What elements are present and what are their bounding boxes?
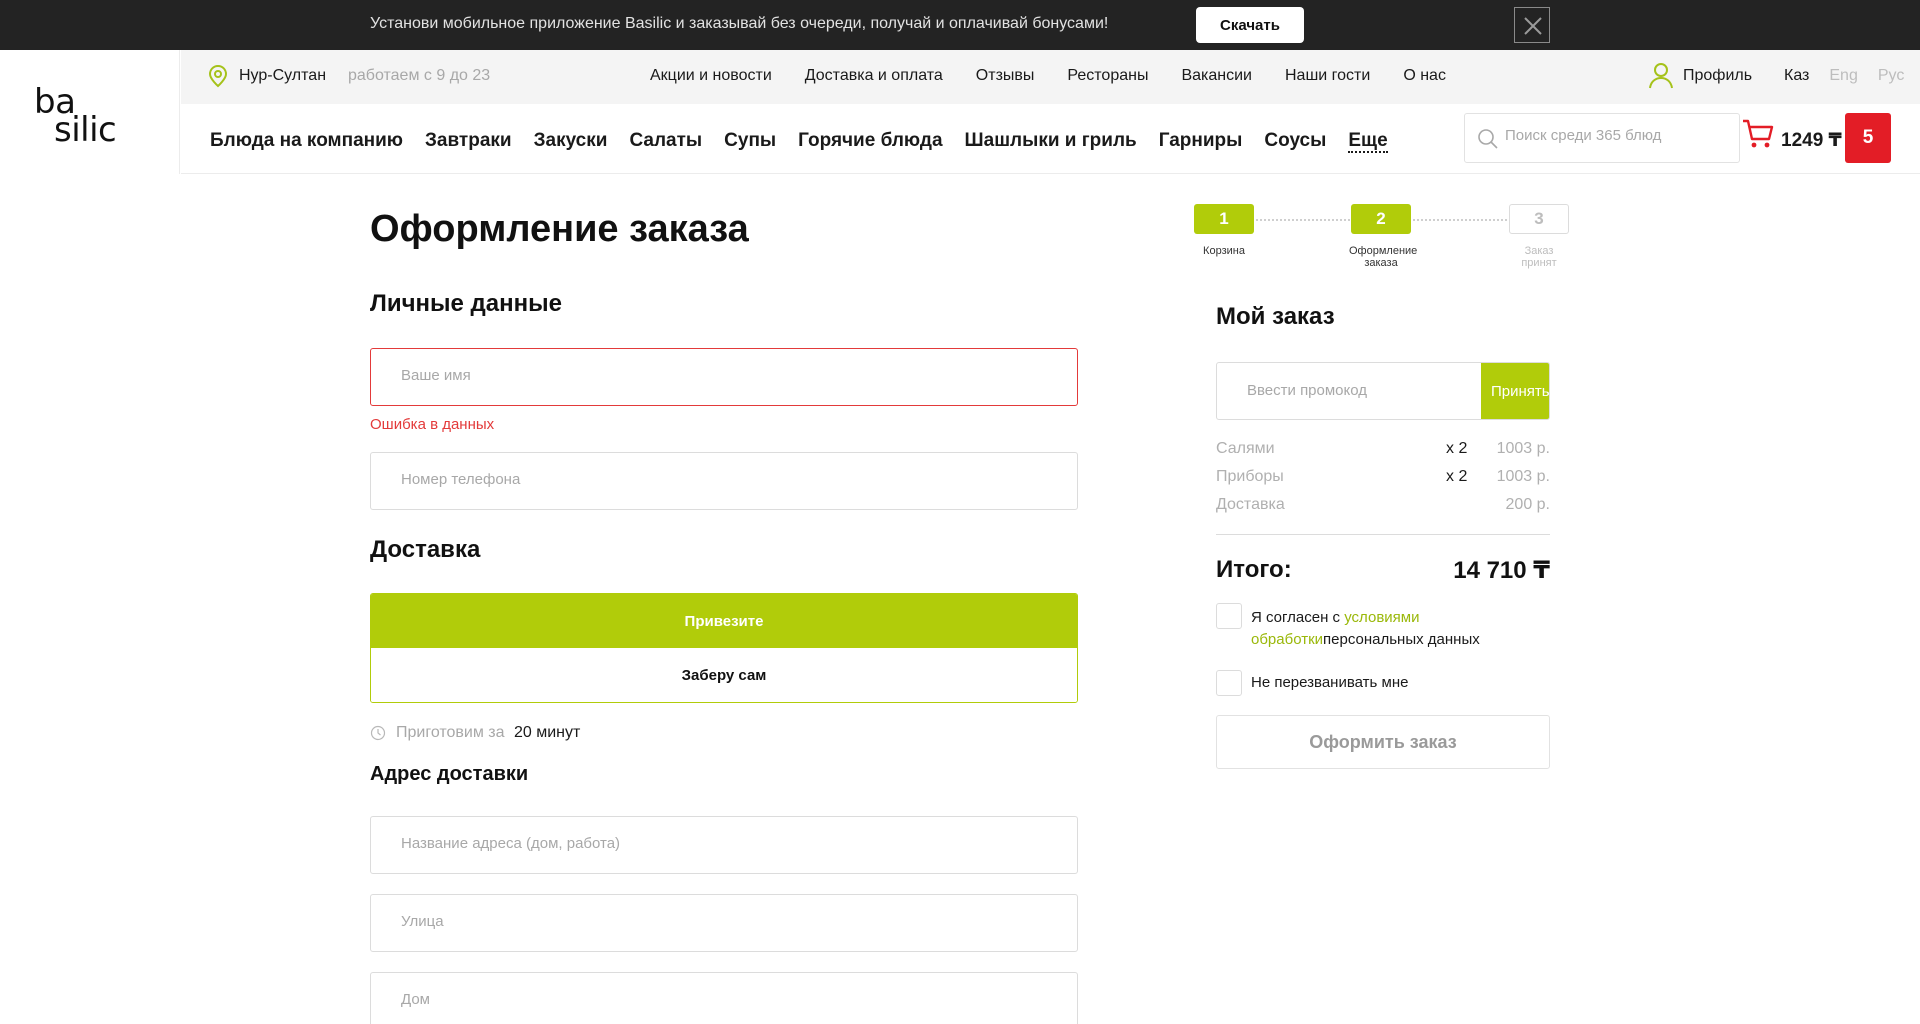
topnav-restaurants[interactable]: Рестораны [1067, 67, 1148, 84]
order-item-row: Доставка 200 р. [1216, 496, 1550, 518]
order-item-name: Салями [1216, 440, 1275, 457]
agree-text: Я согласен с условиями обработкиперсонал… [1251, 607, 1551, 651]
no-call-checkbox[interactable] [1216, 670, 1242, 696]
order-item-name: Приборы [1216, 468, 1284, 485]
order-item-price: 1003 р. [1496, 440, 1550, 457]
category-salads[interactable]: Салаты [629, 130, 702, 151]
cooking-time-value: 20 минут [514, 724, 581, 741]
category-sides[interactable]: Гарниры [1159, 130, 1243, 151]
topnav-vacancies[interactable]: Вакансии [1181, 67, 1252, 84]
delivery-method-switch: Привезите Заберу сам [370, 593, 1078, 703]
step-3-badge: 3 [1509, 204, 1569, 234]
step-3-label: Заказ принят [1521, 245, 1557, 269]
delivery-heading: Доставка [370, 536, 481, 563]
agree-checkbox[interactable] [1216, 603, 1242, 629]
order-item-qty: x 2 [1446, 440, 1468, 457]
step-connector-1 [1256, 219, 1350, 221]
cart-icon [1743, 119, 1774, 148]
promo-code-field: Принять [1216, 362, 1550, 420]
cooking-time-label: Приготовим за [396, 724, 505, 741]
total-value: 14 710 ₸ [1453, 557, 1550, 584]
phone-input[interactable] [401, 471, 1041, 488]
address-name-input[interactable] [401, 835, 1041, 852]
lang-rus[interactable]: Рус [1878, 67, 1905, 84]
category-grill[interactable]: Шашлыки и гриль [965, 130, 1137, 151]
category-company-dishes[interactable]: Блюда на компанию [210, 130, 403, 151]
house-input[interactable] [401, 991, 1041, 1008]
banner-text: Установи мобильное приложение Basilic и … [370, 15, 1109, 32]
category-soups[interactable]: Супы [724, 130, 776, 151]
top-bar: Нур-Султан работаем с 9 до 23 Акции и но… [181, 50, 1920, 104]
apply-promo-button[interactable]: Принять [1481, 363, 1549, 419]
working-hours: работаем с 9 до 23 [348, 67, 491, 84]
name-input[interactable] [401, 367, 1041, 384]
step-2-badge: 2 [1351, 204, 1411, 234]
promo-code-input[interactable] [1247, 382, 1467, 399]
step-1-badge: 1 [1194, 204, 1254, 234]
order-item-price: 200 р. [1505, 496, 1550, 513]
topnav-about[interactable]: О нас [1403, 67, 1446, 84]
order-divider [1216, 534, 1550, 535]
category-sauces[interactable]: Соусы [1264, 130, 1326, 151]
lang-eng[interactable]: Eng [1829, 67, 1857, 84]
house-field [370, 972, 1078, 1024]
category-more[interactable]: Еще [1348, 130, 1388, 153]
page-title: Оформление заказа [370, 208, 749, 250]
order-item-qty: x 2 [1446, 468, 1468, 485]
logo[interactable]: ba silic [34, 85, 117, 147]
name-error-message: Ошибка в данных [370, 416, 495, 433]
main-nav: Блюда на компанию Завтраки Закуски Салаты Су… [181, 104, 1920, 174]
topnav-promotions[interactable]: Акции и новости [650, 67, 772, 84]
order-item-row: Салями x 2 1003 р. [1216, 440, 1550, 462]
topnav-guests[interactable]: Наши гости [1285, 67, 1370, 84]
location-pin-icon [208, 64, 228, 88]
cart-count-badge[interactable]: 5 [1845, 113, 1891, 163]
category-menu: Блюда на компанию Завтраки Закуски Салаты Су… [210, 130, 1410, 153]
order-item-name: Доставка [1216, 496, 1285, 513]
street-field [370, 894, 1078, 952]
cart-total[interactable]: 1249 ₸ [1781, 129, 1842, 152]
close-icon [1524, 17, 1542, 35]
category-breakfasts[interactable]: Завтраки [425, 130, 512, 151]
banner-close-button[interactable] [1514, 7, 1550, 43]
step-1-label: Корзина [1203, 245, 1245, 257]
search-input[interactable] [1505, 127, 1725, 144]
phone-field [370, 452, 1078, 510]
clock-icon [370, 725, 386, 741]
total-label: Итого: [1216, 556, 1292, 583]
category-hot-dishes[interactable]: Горячие блюда [798, 130, 942, 151]
topnav-delivery[interactable]: Доставка и оплата [805, 67, 943, 84]
order-item-price: 1003 р. [1496, 468, 1550, 485]
lang-kaz[interactable]: Каз [1784, 67, 1809, 84]
profile-label: Профиль [1683, 67, 1753, 84]
category-snacks[interactable]: Закуски [534, 130, 608, 151]
address-name-field [370, 816, 1078, 874]
agree-suffix: персональных данных [1323, 631, 1480, 648]
top-nav: Акции и новости Доставка и оплата Отзывы Ре… [650, 67, 1479, 85]
name-field [370, 348, 1078, 406]
no-call-label: Не перезванивать мне [1251, 674, 1409, 691]
my-order-heading: Мой заказ [1216, 303, 1335, 330]
street-input[interactable] [401, 913, 1041, 930]
pickup-option-button[interactable]: Заберу сам [371, 648, 1077, 702]
logo-area: ba silic [0, 50, 180, 174]
agree-prefix: Я согласен с [1251, 609, 1341, 626]
delivery-option-button[interactable]: Привезите [371, 594, 1077, 648]
search-icon [1478, 129, 1498, 149]
app-promo-banner: Установи мобильное приложение Basilic и … [0, 0, 1920, 50]
topnav-reviews[interactable]: Отзывы [976, 67, 1035, 84]
download-app-button[interactable]: Скачать [1196, 7, 1304, 43]
cart-button[interactable] [1741, 118, 1785, 158]
step-2-label: Оформление заказа [1349, 245, 1418, 269]
step-connector-2 [1413, 219, 1507, 221]
city-name: Нур-Султан [239, 67, 327, 84]
order-item-row: Приборы x 2 1003 р. [1216, 468, 1550, 490]
place-order-button[interactable]: Оформить заказ [1216, 715, 1550, 769]
user-icon [1649, 63, 1673, 89]
delivery-address-heading: Адрес доставки [370, 763, 529, 785]
search-box [1464, 113, 1740, 163]
language-switcher: Каз Eng Рус [1784, 67, 1920, 85]
personal-data-heading: Личные данные [370, 290, 562, 317]
